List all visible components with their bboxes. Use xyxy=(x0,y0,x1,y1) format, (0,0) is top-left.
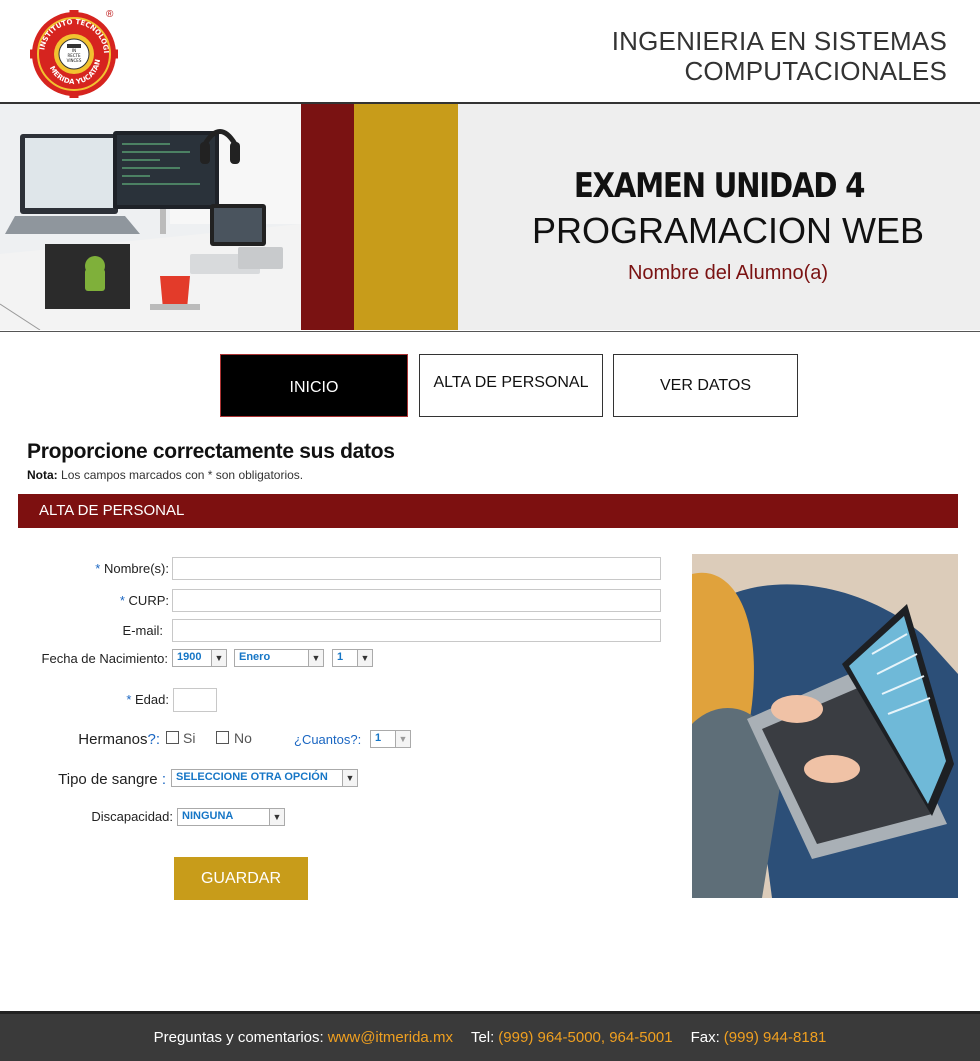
chevron-down-icon[interactable]: ▼ xyxy=(342,770,357,786)
curp-label-text: CURP: xyxy=(128,593,169,608)
required-asterisk: * xyxy=(126,692,132,707)
birth-month-select[interactable]: Enero ▼ xyxy=(234,649,324,667)
birth-day-select[interactable]: 1 ▼ xyxy=(332,649,373,667)
career-line-2: COMPUTACIONALES xyxy=(684,56,947,86)
workspace-photo xyxy=(0,104,301,330)
sangre-label-suffix: : xyxy=(161,771,166,788)
form-note-text: Los campos marcados con * son obligatori… xyxy=(61,468,304,482)
footer-fax: (999) 944-8181 xyxy=(723,1029,827,1046)
banner-red-stripe xyxy=(301,104,354,330)
chevron-down-icon[interactable]: ▼ xyxy=(395,731,410,747)
tab-alta-de-personal[interactable]: ALTA DE PERSONAL xyxy=(419,354,603,417)
edad-input[interactable] xyxy=(173,688,217,712)
footer-questions-label: Preguntas y comentarios: xyxy=(153,1029,324,1046)
hermanos-no-checkbox[interactable] xyxy=(216,731,229,744)
site-header: INSTITUTO TECNOLOGICO MERIDA YUCATAN IN … xyxy=(0,0,980,103)
footer-fax-label: Fax: xyxy=(690,1029,720,1046)
footer-email-link[interactable]: www@itmerida.mx xyxy=(328,1029,453,1046)
cuantos-select[interactable]: 1 ▼ xyxy=(370,730,411,748)
tab-inicio[interactable]: INICIO xyxy=(220,354,408,417)
disability-select[interactable]: NINGUNA ▼ xyxy=(177,808,285,826)
hermanos-label: Hermanos?: xyxy=(20,731,160,748)
fecha-label: Fecha de Nacimiento: xyxy=(41,651,168,666)
discapacidad-label: Discapacidad: xyxy=(91,809,173,824)
student-laptop-illustration-icon xyxy=(692,554,958,898)
institute-logo-icon: INSTITUTO TECNOLOGICO MERIDA YUCATAN IN … xyxy=(30,10,118,98)
save-button[interactable]: GUARDAR xyxy=(174,857,308,900)
hermanos-no-label: No xyxy=(234,730,252,746)
logo-center-line-3: VINCES xyxy=(67,58,82,63)
blood-type-select[interactable]: SELECCIONE OTRA OPCIÓN ▼ xyxy=(171,769,358,787)
course-title: PROGRAMACION WEB xyxy=(531,210,925,251)
hermanos-label-text: Hermanos xyxy=(78,731,148,748)
chevron-down-icon[interactable]: ▼ xyxy=(357,650,372,666)
chevron-down-icon[interactable]: ▼ xyxy=(269,809,284,825)
site-footer: Preguntas y comentarios: www@itmerida.mx… xyxy=(0,1011,980,1061)
section-title-bar: ALTA DE PERSONAL xyxy=(18,494,958,528)
career-title: INGENIERIA EN SISTEMAS COMPUTACIONALES xyxy=(612,26,947,86)
required-asterisk: * xyxy=(119,593,125,608)
nombre-label-text: Nombre(s): xyxy=(103,561,169,576)
curp-label: * CURP: xyxy=(20,593,169,608)
birth-day-value: 1 xyxy=(337,651,344,663)
footer-tel-label: Tel: xyxy=(470,1029,495,1046)
exam-title: EXAMEN UNIDAD 4 xyxy=(573,166,866,206)
chevron-down-icon[interactable]: ▼ xyxy=(211,650,226,666)
birth-year-value: 1900 xyxy=(177,651,202,663)
required-asterisk: * xyxy=(95,561,101,576)
curp-input[interactable] xyxy=(172,589,661,612)
blood-type-value: SELECCIONE OTRA OPCIÓN xyxy=(176,771,328,783)
registered-mark: ® xyxy=(106,9,114,20)
sangre-label: Tipo de sangre : xyxy=(20,771,166,788)
edad-label-text: Edad: xyxy=(135,692,169,707)
nombre-input[interactable] xyxy=(172,557,661,580)
banner-gold-stripe xyxy=(354,104,458,330)
form-note-label: Nota: xyxy=(27,468,58,482)
disability-value: NINGUNA xyxy=(182,810,234,822)
banner-divider xyxy=(0,331,980,332)
chevron-down-icon[interactable]: ▼ xyxy=(308,650,323,666)
student-name: Nombre del Alumno(a) xyxy=(627,262,829,284)
tab-ver-datos[interactable]: VER DATOS xyxy=(613,354,798,417)
workspace-illustration-icon xyxy=(0,104,301,330)
nombre-label: * Nombre(s): xyxy=(20,561,169,576)
sangre-label-text: Tipo de sangre xyxy=(58,771,158,788)
email-input[interactable] xyxy=(172,619,661,642)
student-laptop-photo xyxy=(692,554,958,898)
career-line-1: INGENIERIA EN SISTEMAS xyxy=(611,26,947,56)
hermanos-si-checkbox[interactable] xyxy=(166,731,179,744)
form-note: Nota: Los campos marcados con * son obli… xyxy=(27,468,303,482)
email-label: E-mail: xyxy=(122,623,163,638)
birth-year-select[interactable]: 1900 ▼ xyxy=(172,649,227,667)
form-heading: Proporcione correctamente sus datos xyxy=(27,440,395,463)
cuantos-label: ¿Cuantos?: xyxy=(294,732,362,747)
exam-banner: EXAMEN UNIDAD 4 PROGRAMACION WEB Nombre … xyxy=(0,104,980,330)
cuantos-value: 1 xyxy=(375,732,382,744)
edad-label: * Edad: xyxy=(20,692,169,707)
footer-tel: (999) 964-5000, 964-5001 xyxy=(498,1029,673,1046)
hermanos-label-suffix: ?: xyxy=(147,731,160,748)
birth-month-value: Enero xyxy=(239,651,271,663)
hermanos-si-label: Si xyxy=(183,730,196,746)
